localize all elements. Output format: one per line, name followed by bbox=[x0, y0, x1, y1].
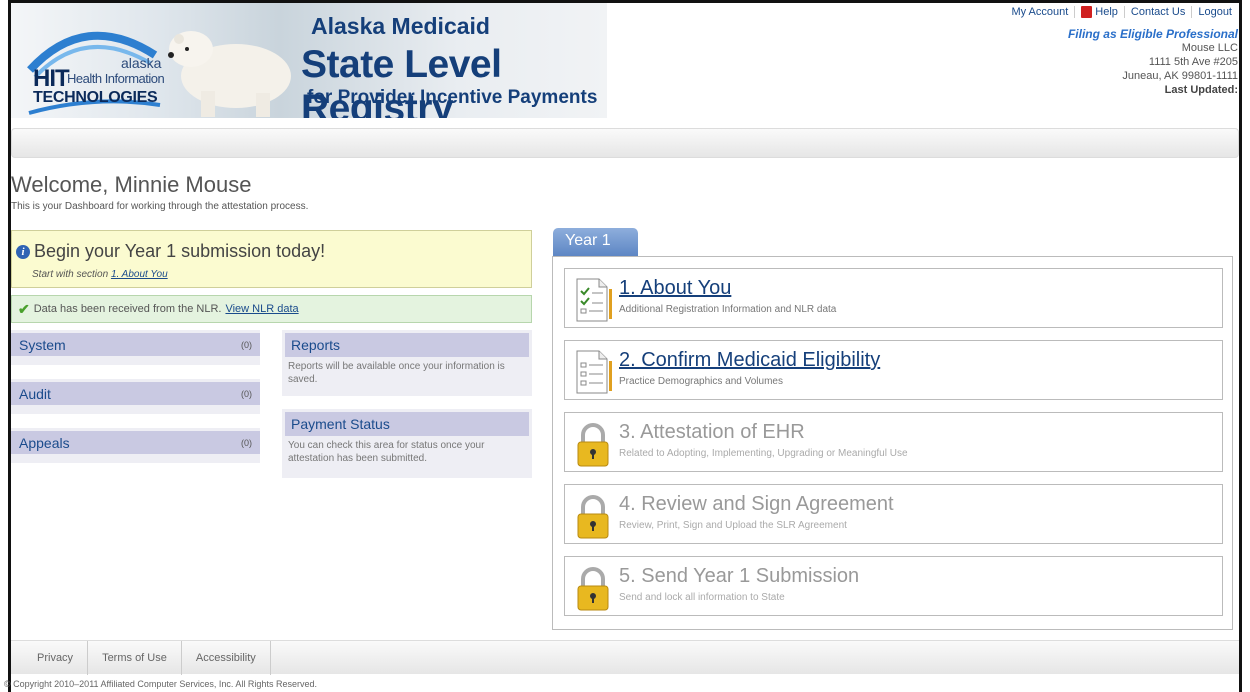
step-attestation-of-ehr: 3. Attestation of EHR Related to Adoptin… bbox=[564, 412, 1223, 472]
footer-bar: Privacy Terms of Use Accessibility bbox=[11, 640, 1239, 675]
filing-as-label: Filing as Eligible Professional bbox=[1067, 27, 1238, 41]
steps-panel: 1. About You Additional Registration Inf… bbox=[552, 256, 1233, 630]
logo-technologies-text: TECHNOLOGIES bbox=[33, 89, 158, 106]
step-title: 4. Review and Sign Agreement bbox=[619, 493, 894, 515]
step-subtitle: Review, Print, Sign and Upload the SLR A… bbox=[619, 520, 847, 531]
help-link[interactable]: Help bbox=[1074, 6, 1124, 18]
polar-bear-image bbox=[168, 31, 291, 117]
begin-title: i Begin your Year 1 submission today! bbox=[16, 241, 325, 262]
checkmark-icon: ✔ bbox=[18, 300, 30, 317]
hit-logo: alaska HIT Health Information TECHNOLOGI… bbox=[25, 15, 175, 115]
copyright-text: © Copyright 2010–2011 Affiliated Compute… bbox=[4, 679, 317, 689]
about-you-link[interactable]: 1. About You bbox=[111, 269, 168, 280]
sidebar-item-label: System bbox=[19, 336, 66, 353]
reports-title[interactable]: Reports bbox=[285, 333, 529, 357]
step-title[interactable]: 1. About You bbox=[619, 277, 731, 300]
sidebar-item-system[interactable]: System (0) bbox=[11, 330, 260, 365]
last-updated-label: Last Updated: bbox=[1164, 84, 1238, 96]
sidebar-item-count: (0) bbox=[241, 339, 252, 350]
help-label: Help bbox=[1095, 6, 1118, 18]
logo-health-information-text: Health Information bbox=[67, 71, 165, 86]
sidebar-item-label: Appeals bbox=[19, 434, 70, 451]
nlr-status-bar: ✔ Data has been received from the NLR. V… bbox=[11, 295, 532, 323]
payment-status-title[interactable]: Payment Status bbox=[285, 412, 529, 436]
begin-title-text: Begin your Year 1 submission today! bbox=[34, 241, 326, 261]
welcome-subtitle: This is your Dashboard for working throu… bbox=[11, 201, 309, 212]
payment-status-text: You can check this area for status once … bbox=[288, 440, 485, 464]
step-send-year-1-submission: 5. Send Year 1 Submission Send and lock … bbox=[564, 556, 1223, 616]
step-title: 3. Attestation of EHR bbox=[619, 421, 805, 443]
step-review-and-sign-agreement: 4. Review and Sign Agreement Review, Pri… bbox=[564, 484, 1223, 544]
logout-link[interactable]: Logout bbox=[1191, 6, 1238, 18]
tab-year-1[interactable]: Year 1 bbox=[553, 228, 638, 256]
step-subtitle: Send and lock all information to State bbox=[619, 592, 785, 603]
sidebar-item-count: (0) bbox=[241, 437, 252, 448]
step-confirm-medicaid-eligibility[interactable]: 2. Confirm Medicaid Eligibility Practice… bbox=[564, 340, 1223, 400]
site-title-line3: for Provider Incentive Payments bbox=[307, 87, 598, 108]
step-subtitle: Additional Registration Information and … bbox=[619, 304, 837, 315]
welcome-title: Welcome, Minnie Mouse bbox=[11, 172, 252, 197]
contact-us-link[interactable]: Contact Us bbox=[1123, 6, 1191, 18]
sidebar-item-audit[interactable]: Audit (0) bbox=[11, 379, 260, 414]
step-about-you[interactable]: 1. About You Additional Registration Inf… bbox=[564, 268, 1223, 328]
step-subtitle: Practice Demographics and Volumes bbox=[619, 376, 783, 387]
sidebar-item-count: (0) bbox=[241, 388, 252, 399]
padlock-icon bbox=[577, 495, 609, 539]
provider-info: Filing as Eligible Professional Mouse LL… bbox=[1068, 27, 1238, 97]
payment-status-panel: Payment Status You can check this area f… bbox=[282, 409, 532, 478]
site-title-line1: Alaska Medicaid bbox=[311, 13, 490, 39]
checklist-icon bbox=[576, 278, 612, 322]
accessibility-link[interactable]: Accessibility bbox=[182, 640, 271, 675]
terms-of-use-link[interactable]: Terms of Use bbox=[88, 640, 182, 675]
provider-name: Mouse LLC bbox=[1181, 42, 1238, 54]
info-icon: i bbox=[16, 244, 30, 259]
step-title[interactable]: 2. Confirm Medicaid Eligibility bbox=[619, 349, 880, 372]
pdf-icon bbox=[1081, 6, 1093, 18]
provider-address-line2: Juneau, AK 99801-1111 bbox=[1122, 70, 1238, 82]
document-icon bbox=[576, 350, 612, 394]
begin-sub-prefix: Start with section bbox=[32, 269, 109, 280]
top-navigation: My Account Help Contact Us Logout bbox=[1005, 6, 1238, 18]
header-banner: alaska HIT Health Information TECHNOLOGI… bbox=[11, 3, 607, 118]
my-account-link[interactable]: My Account bbox=[1005, 6, 1074, 18]
reports-panel: Reports Reports will be available once y… bbox=[282, 330, 532, 396]
logo-alaska-text: alaska bbox=[121, 55, 162, 71]
reports-text: Reports will be available once your info… bbox=[288, 361, 505, 385]
begin-submission-box: i Begin your Year 1 submission today! St… bbox=[11, 230, 532, 288]
begin-subtitle: Start with section 1. About You bbox=[32, 269, 168, 280]
view-nlr-data-link[interactable]: View NLR data bbox=[225, 303, 298, 315]
padlock-icon bbox=[577, 423, 609, 467]
main-nav-bar bbox=[11, 128, 1239, 158]
sidebar-item-label: Audit bbox=[19, 385, 51, 402]
padlock-icon bbox=[577, 567, 609, 611]
provider-address-line1: 1111 5th Ave #205 bbox=[1148, 56, 1238, 68]
nlr-status-text: Data has been received from the NLR. bbox=[33, 303, 222, 315]
step-title: 5. Send Year 1 Submission bbox=[619, 565, 860, 587]
privacy-link[interactable]: Privacy bbox=[11, 640, 89, 675]
step-subtitle: Related to Adopting, Implementing, Upgra… bbox=[619, 448, 908, 459]
sidebar-item-appeals[interactable]: Appeals (0) bbox=[11, 428, 260, 463]
